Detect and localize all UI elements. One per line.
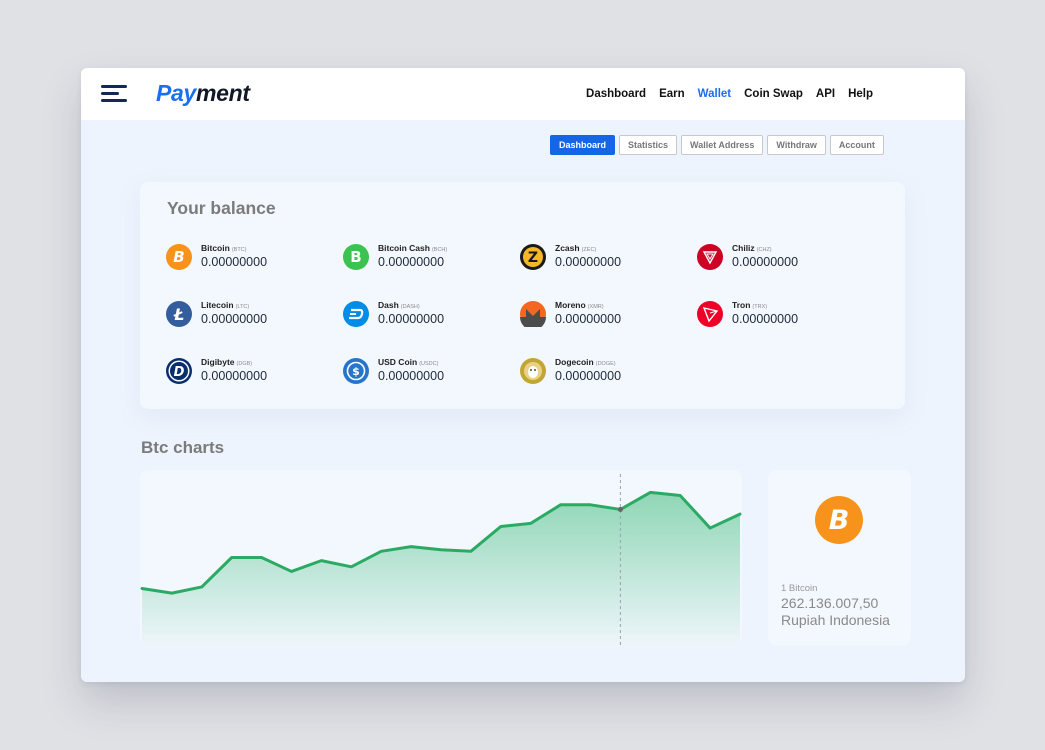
tab-dashboard[interactable]: Dashboard xyxy=(550,135,616,155)
litecoin-icon: Ł xyxy=(166,301,192,327)
chart-hover-point xyxy=(617,506,623,512)
hamburger-menu-icon[interactable] xyxy=(101,85,127,103)
balance-title: Your balance xyxy=(167,198,276,218)
coin-bitcoin-cash[interactable]: B Bitcoin Cash (BCH) 0.00000000 xyxy=(343,242,513,272)
tab-account[interactable]: Account xyxy=(829,135,884,155)
coin-zcash[interactable]: Z Zcash (ZEC) 0.00000000 xyxy=(520,242,690,272)
coin-name: Zcash (ZEC) xyxy=(555,243,597,253)
svg-text:$: $ xyxy=(352,365,360,378)
usd-coin-icon: $ xyxy=(343,358,369,384)
coin-dash[interactable]: Dash (DASH) 0.00000000 xyxy=(343,299,513,329)
nav-earn[interactable]: Earn xyxy=(659,88,685,100)
coin-moreno[interactable]: Moreno (XMR) 0.00000000 xyxy=(520,299,690,329)
coin-amount: 0.00000000 xyxy=(201,255,268,269)
price-currency: Rupiah Indonesia xyxy=(781,612,890,628)
main-nav: Dashboard Earn Wallet Coin Swap API Help xyxy=(586,88,873,100)
nav-dashboard[interactable]: Dashboard xyxy=(586,88,646,100)
coin-dogecoin[interactable]: Dogecoin (DOGE) 0.00000000 xyxy=(520,356,690,386)
svg-text:B: B xyxy=(350,248,361,266)
price-value: 262.136.007,50 xyxy=(781,595,879,611)
tab-statistics[interactable]: Statistics xyxy=(619,135,678,155)
bitcoin-cash-icon: B xyxy=(343,244,369,270)
price-card: B 1 Bitcoin 262.136.007,50 Rupiah Indone… xyxy=(768,470,911,645)
tron-icon xyxy=(697,301,723,327)
app-window: Payment Dashboard Earn Wallet Coin Swap … xyxy=(81,68,965,682)
zcash-icon: Z xyxy=(520,244,546,270)
chart-area-fill xyxy=(142,492,740,645)
tab-withdraw[interactable]: Withdraw xyxy=(767,135,826,155)
coin-amount: 0.00000000 xyxy=(201,369,268,383)
charts-title: Btc charts xyxy=(141,438,225,457)
coin-amount: 0.00000000 xyxy=(555,255,622,269)
dash-icon xyxy=(343,301,369,327)
coin-tron[interactable]: Tron (TRX) 0.00000000 xyxy=(697,299,867,329)
svg-text:B: B xyxy=(173,248,184,266)
coin-amount: 0.00000000 xyxy=(732,312,799,326)
bitcoin-icon: B xyxy=(166,244,192,270)
coin-amount: 0.00000000 xyxy=(555,312,622,326)
coin-amount: 0.00000000 xyxy=(378,312,445,326)
coin-amount: 0.00000000 xyxy=(201,312,268,326)
coin-name: Bitcoin Cash (BCH) xyxy=(378,243,448,253)
coin-name: Chiliz (CHZ) xyxy=(732,243,772,253)
svg-text:Ł: Ł xyxy=(173,305,185,324)
coin-name: Digibyte (DGB) xyxy=(201,357,253,367)
svg-text:D: D xyxy=(174,365,185,380)
btc-chart-svg xyxy=(140,474,742,645)
chiliz-icon xyxy=(697,244,723,270)
coin-amount: 0.00000000 xyxy=(378,369,445,383)
sub-tabs: Dashboard Statistics Wallet Address With… xyxy=(550,135,884,155)
coin-digibyte[interactable]: D Digibyte (DGB) 0.00000000 xyxy=(166,356,336,386)
nav-api[interactable]: API xyxy=(816,88,835,100)
svg-text:B: B xyxy=(829,505,850,536)
coin-amount: 0.00000000 xyxy=(378,255,445,269)
bitcoin-icon: B xyxy=(815,496,863,544)
coin-name: Dash (DASH) xyxy=(378,300,420,310)
coin-amount: 0.00000000 xyxy=(732,255,799,269)
nav-help[interactable]: Help xyxy=(848,88,873,100)
digibyte-icon: D xyxy=(166,358,192,384)
coin-name: Bitcoin (BTC) xyxy=(201,243,247,253)
nav-coin-swap[interactable]: Coin Swap xyxy=(744,88,803,100)
logo[interactable]: Payment xyxy=(156,80,250,107)
svg-text:Z: Z xyxy=(528,250,538,266)
logo-part-pay: Pay xyxy=(156,80,197,106)
dogecoin-icon xyxy=(520,358,546,384)
coin-chiliz[interactable]: Chiliz (CHZ) 0.00000000 xyxy=(697,242,867,272)
top-bar: Payment Dashboard Earn Wallet Coin Swap … xyxy=(81,68,965,120)
tab-wallet-address[interactable]: Wallet Address xyxy=(681,135,764,155)
btc-chart[interactable] xyxy=(140,470,742,645)
balance-card: Your balance B Bitcoin (BTC) 0.00000000 B… xyxy=(140,182,905,409)
coin-name: Dogecoin (DOGE) xyxy=(555,357,616,367)
price-unit-label: 1 Bitcoin xyxy=(781,583,818,594)
coin-name: Litecoin (LTC) xyxy=(201,300,250,310)
coin-name: USD Coin (USDC) xyxy=(378,357,439,367)
coin-bitcoin[interactable]: B Bitcoin (BTC) 0.00000000 xyxy=(166,242,336,272)
coin-name: Moreno (XMR) xyxy=(555,300,604,310)
nav-wallet[interactable]: Wallet xyxy=(698,88,731,100)
coin-litecoin[interactable]: Ł Litecoin (LTC) 0.00000000 xyxy=(166,299,336,329)
monero-icon xyxy=(520,301,546,327)
coin-amount: 0.00000000 xyxy=(555,369,622,383)
coin-usd-coin[interactable]: $ USD Coin (USDC) 0.00000000 xyxy=(343,356,513,386)
logo-part-ment: ment xyxy=(196,80,250,106)
coin-name: Tron (TRX) xyxy=(732,300,768,310)
